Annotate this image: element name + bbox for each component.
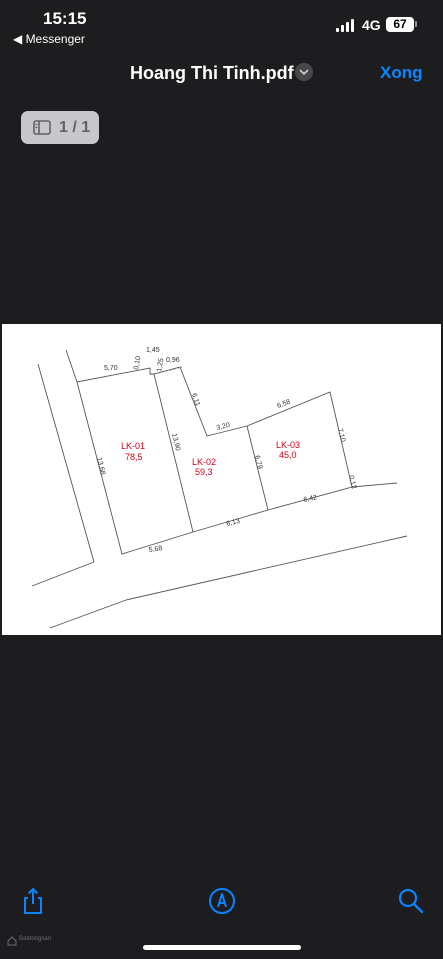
dim-label: 13,90 <box>170 433 181 452</box>
home-indicator[interactable] <box>143 945 301 950</box>
dim-label: 5,68 <box>148 545 163 554</box>
dim-label: 13,68 <box>95 457 106 476</box>
lot-area: 59,3 <box>195 467 213 477</box>
lot-name: LK-01 <box>121 441 145 451</box>
share-icon[interactable] <box>18 886 48 916</box>
dim-label: 6,42 <box>303 494 318 504</box>
markup-icon[interactable] <box>207 886 237 916</box>
dim-label: 6,11 <box>190 392 201 407</box>
status-bar: 15:15 ◀ Messenger 4G 67 <box>0 0 443 50</box>
done-button[interactable]: Xong <box>380 63 423 83</box>
land-plot-drawing: 1,45 5,70 0,10 1,25 0,96 6,11 6,58 3,20 … <box>31 347 408 629</box>
signal-icon <box>336 19 354 32</box>
lot-name: LK-02 <box>192 457 216 467</box>
dim-label: 1,25 <box>156 358 165 373</box>
sidebar-icon <box>33 120 51 135</box>
dim-label: 7,10 <box>336 428 346 443</box>
house-icon <box>7 936 17 946</box>
lot-area: 45,0 <box>279 450 297 460</box>
dim-label: 6,79 <box>253 455 263 470</box>
lot-area: 78,5 <box>125 452 143 462</box>
watermark-logo: Batdongsan <box>7 935 67 949</box>
document-title[interactable]: Hoang Thi Tinh.pdf <box>130 63 294 84</box>
bottom-toolbar <box>0 880 443 924</box>
lot-name: LK-03 <box>276 440 300 450</box>
dim-label: 6,58 <box>276 399 291 410</box>
dim-label: 6,13 <box>226 518 241 528</box>
search-icon[interactable] <box>396 886 426 916</box>
back-to-messenger-link[interactable]: ◀ Messenger <box>13 32 85 46</box>
dim-label: 0,96 <box>166 357 180 364</box>
dim-label: 5,70 <box>104 365 118 372</box>
dim-label: 1,45 <box>146 347 160 354</box>
battery-tip <box>415 21 417 27</box>
watermark-text: Batdongsan <box>19 936 52 942</box>
page-indicator[interactable]: 1 / 1 <box>21 111 99 144</box>
battery-icon: 67 <box>386 17 414 32</box>
page-count: 1 / 1 <box>59 119 91 136</box>
nav-bar: Hoang Thi Tinh.pdf Xong <box>0 55 443 91</box>
pdf-page[interactable]: 1,45 5,70 0,10 1,25 0,96 6,11 6,58 3,20 … <box>2 324 441 635</box>
status-time: 15:15 <box>43 9 87 28</box>
network-type: 4G <box>362 17 381 33</box>
dim-label: 0,10 <box>133 356 142 371</box>
chevron-down-icon[interactable] <box>295 63 313 81</box>
